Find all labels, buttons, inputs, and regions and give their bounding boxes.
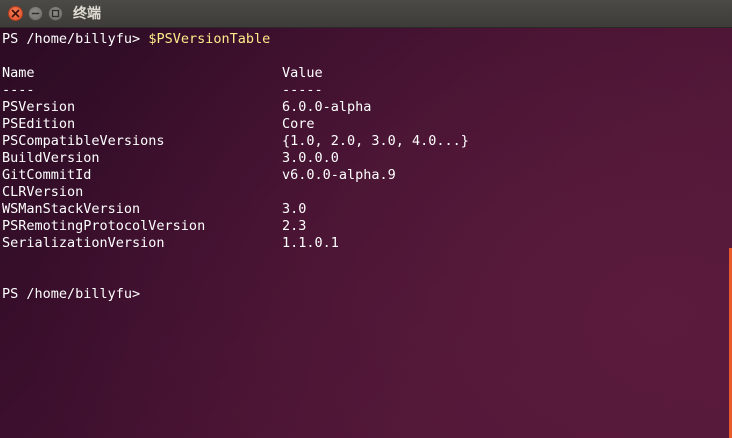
row-value: 3.0.0.0 [282, 150, 339, 166]
row-name: PSVersion [2, 99, 76, 115]
table-row: SerializationVersion 1.1.0.1 [2, 235, 339, 252]
table-row: BuildVersion 3.0.0.0 [2, 150, 339, 167]
header-value: Value [282, 65, 323, 81]
table-row: PSCompatibleVersions {1.0, 2.0, 3.0, 4.0.… [2, 133, 469, 150]
row-name: GitCommitId [2, 167, 92, 183]
table-row: PSVersion 6.0.0-alpha [2, 99, 371, 116]
minimize-icon [31, 12, 40, 15]
terminal-window: 终端 PS /home/billyfu> $PSVersionTable Nam… [0, 0, 732, 438]
row-value: 2.3 [282, 218, 307, 234]
table-separator-row: ---- ----- [2, 82, 323, 99]
row-name: PSRemotingProtocolVersion [2, 218, 206, 234]
command-text: $PSVersionTable [148, 31, 271, 47]
row-name: PSCompatibleVersions [2, 133, 165, 149]
terminal-output[interactable]: PS /home/billyfu> $PSVersionTable Name Va… [0, 28, 732, 438]
separator-value: ----- [282, 82, 323, 98]
close-icon [11, 9, 20, 18]
row-name: CLRVersion [2, 184, 84, 200]
table-row: GitCommitId v6.0.0-alpha.9 [2, 167, 396, 184]
row-name: PSEdition [2, 116, 76, 132]
row-name: SerializationVersion [2, 235, 165, 251]
row-value: 1.1.0.1 [282, 235, 339, 251]
row-name: WSManStackVersion [2, 201, 141, 217]
prompt-text: PS /home/billyfu> [2, 31, 149, 47]
prompt-line: PS /home/billyfu> $PSVersionTable [2, 31, 270, 48]
header-name: Name [2, 65, 35, 81]
row-name: BuildVersion [2, 150, 100, 166]
prompt-line: PS /home/billyfu> [2, 286, 140, 303]
table-row: CLRVersion [2, 184, 83, 201]
title-bar[interactable]: 终端 [0, 0, 732, 28]
row-value: {1.0, 2.0, 3.0, 4.0...} [282, 133, 469, 149]
table-header-row: Name Value [2, 65, 323, 82]
close-button[interactable] [8, 6, 23, 21]
prompt-text: PS /home/billyfu> [2, 286, 141, 302]
row-value: v6.0.0-alpha.9 [282, 167, 396, 183]
table-row: WSManStackVersion 3.0 [2, 201, 306, 218]
row-value: Core [282, 116, 315, 132]
separator-name: ---- [2, 82, 35, 98]
table-row: PSRemotingProtocolVersion 2.3 [2, 218, 306, 235]
row-value: 3.0 [282, 201, 307, 217]
maximize-icon [51, 9, 60, 18]
minimize-button[interactable] [28, 6, 43, 21]
window-title: 终端 [73, 6, 101, 22]
maximize-button[interactable] [48, 6, 63, 21]
row-value: 6.0.0-alpha [282, 99, 372, 115]
table-row: PSEdition Core [2, 116, 315, 133]
